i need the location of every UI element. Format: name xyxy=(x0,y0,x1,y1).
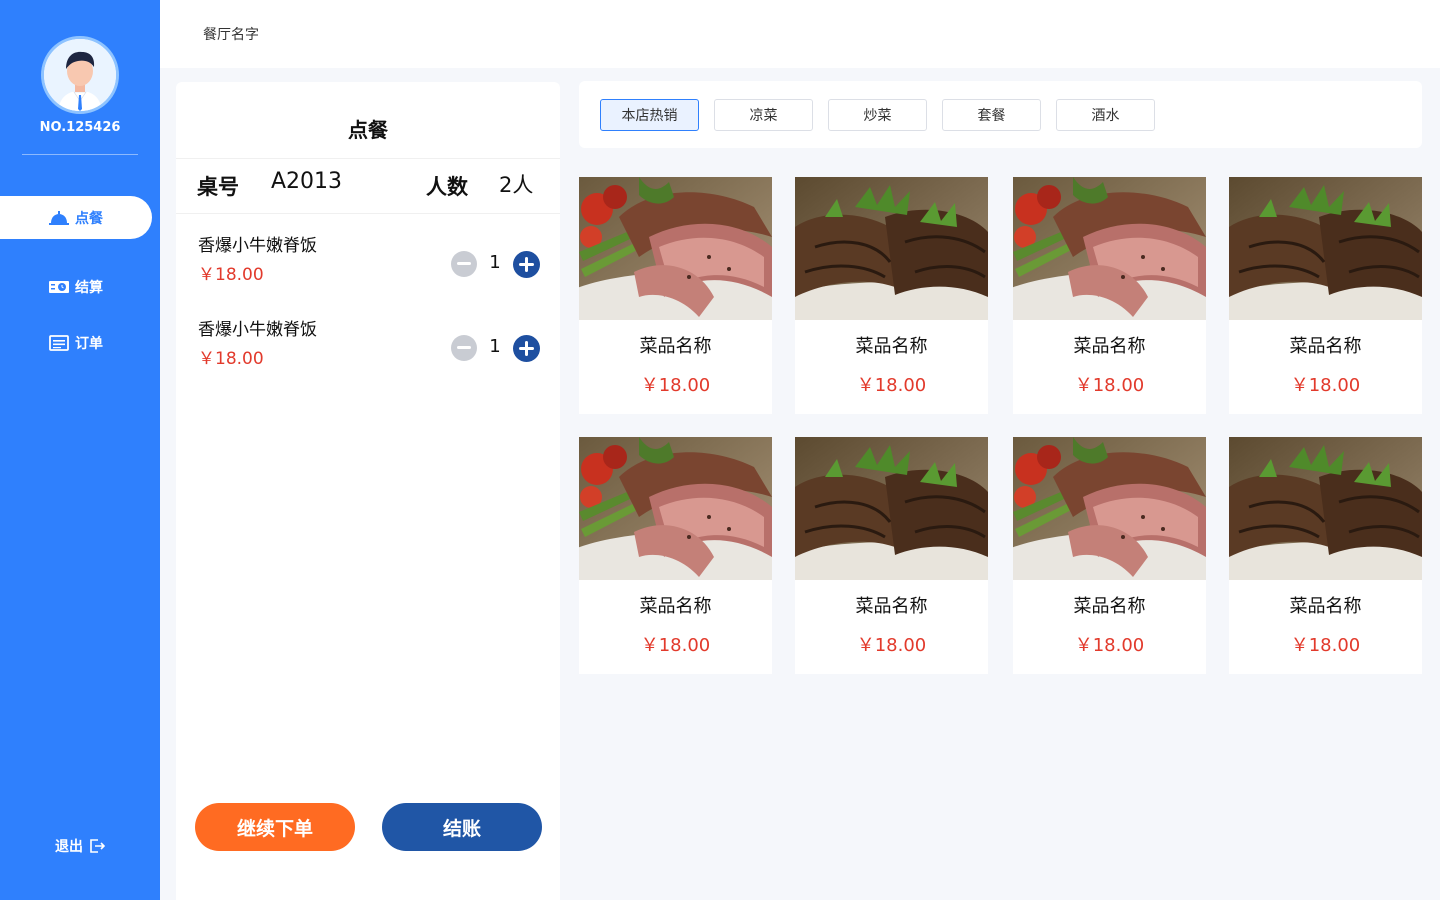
tab-hot-sale[interactable]: 本店热销 xyxy=(600,99,699,131)
order-item-price: ￥18.00 xyxy=(198,349,264,369)
dish-image xyxy=(1013,177,1206,320)
nav-label-order: 点餐 xyxy=(75,210,103,227)
dish-name: 菜品名称 xyxy=(1073,336,1146,357)
order-item: 香爆小牛嫩脊饭 ￥18.00 1 xyxy=(176,315,560,385)
sidebar-divider xyxy=(22,154,138,155)
money-icon xyxy=(49,280,69,293)
dish-image xyxy=(579,177,772,320)
order-item-quantity: 1 xyxy=(489,336,501,357)
dish-name: 菜品名称 xyxy=(639,596,712,617)
order-title: 点餐 xyxy=(348,118,388,142)
logout-icon xyxy=(90,839,105,853)
tab-set-meal[interactable]: 套餐 xyxy=(942,99,1041,131)
dish-name: 菜品名称 xyxy=(1289,596,1362,617)
nav-label-orders: 订单 xyxy=(75,335,103,352)
tab-stir-fry[interactable]: 炒菜 xyxy=(828,99,927,131)
order-item-name: 香爆小牛嫩脊饭 xyxy=(198,320,317,340)
dish-card[interactable]: 菜品名称 ￥18.00 xyxy=(1013,177,1206,414)
dish-card[interactable]: 菜品名称 ￥18.00 xyxy=(795,177,988,414)
top-header: 餐厅名字 xyxy=(160,0,1440,68)
dish-card[interactable]: 菜品名称 ￥18.00 xyxy=(579,177,772,414)
logout-label: 退出 xyxy=(55,839,83,855)
dish-image xyxy=(795,437,988,580)
table-number-label: 桌号 xyxy=(197,175,239,199)
dish-price: ￥18.00 xyxy=(856,635,927,656)
order-panel: 点餐 桌号 A2013 人数 2人 香爆小牛嫩脊饭 ￥18.00 1 香爆小牛嫩… xyxy=(176,82,560,900)
decrease-quantity-button[interactable] xyxy=(451,335,477,361)
avatar[interactable] xyxy=(41,36,119,114)
dish-price: ￥18.00 xyxy=(856,375,927,396)
user-avatar-icon xyxy=(44,39,116,111)
continue-order-button[interactable]: 继续下单 xyxy=(195,803,355,851)
dish-card[interactable]: 菜品名称 ￥18.00 xyxy=(1229,437,1422,674)
dish-card[interactable]: 菜品名称 ￥18.00 xyxy=(579,437,772,674)
people-count-value: 2人 xyxy=(499,173,534,197)
sidebar: NO.125426 点餐 结算 订单 退出 xyxy=(0,0,160,900)
dish-price: ￥18.00 xyxy=(1290,375,1361,396)
dish-name: 菜品名称 xyxy=(855,596,928,617)
dish-price: ￥18.00 xyxy=(1074,375,1145,396)
tab-cold-dishes[interactable]: 凉菜 xyxy=(714,99,813,131)
logout-button[interactable]: 退出 xyxy=(0,836,160,856)
order-item-quantity: 1 xyxy=(489,252,501,273)
dish-image xyxy=(579,437,772,580)
dish-price: ￥18.00 xyxy=(640,375,711,396)
order-item-name: 香爆小牛嫩脊饭 xyxy=(198,236,317,256)
decrease-quantity-button[interactable] xyxy=(451,251,477,277)
dish-image xyxy=(795,177,988,320)
dish-price: ￥18.00 xyxy=(1074,635,1145,656)
dish-price: ￥18.00 xyxy=(640,635,711,656)
people-count-label: 人数 xyxy=(426,175,468,199)
category-bar: 本店热销 凉菜 炒菜 套餐 酒水 xyxy=(579,81,1422,148)
dish-card[interactable]: 菜品名称 ￥18.00 xyxy=(1229,177,1422,414)
dish-name: 菜品名称 xyxy=(855,336,928,357)
nav-item-settle[interactable]: 结算 xyxy=(0,265,152,308)
table-number-value: A2013 xyxy=(271,169,343,194)
receipt-icon xyxy=(49,334,69,351)
dish-card[interactable]: 菜品名称 ￥18.00 xyxy=(795,437,988,674)
dish-image xyxy=(1229,437,1422,580)
order-item-price: ￥18.00 xyxy=(198,265,264,285)
dish-price: ￥18.00 xyxy=(1290,635,1361,656)
tab-drinks[interactable]: 酒水 xyxy=(1056,99,1155,131)
table-info-row: 桌号 A2013 人数 2人 xyxy=(176,158,560,214)
nav-item-orders[interactable]: 订单 xyxy=(0,321,152,364)
increase-quantity-button[interactable] xyxy=(513,335,540,362)
increase-quantity-button[interactable] xyxy=(513,251,540,278)
dish-card[interactable]: 菜品名称 ￥18.00 xyxy=(1013,437,1206,674)
dish-image xyxy=(1013,437,1206,580)
user-number: NO.125426 xyxy=(39,120,121,135)
order-item: 香爆小牛嫩脊饭 ￥18.00 1 xyxy=(176,231,560,301)
dish-name: 菜品名称 xyxy=(1073,596,1146,617)
nav-label-settle: 结算 xyxy=(75,279,103,296)
dish-image xyxy=(1229,177,1422,320)
dish-name: 菜品名称 xyxy=(1289,336,1362,357)
nav-item-order[interactable]: 点餐 xyxy=(0,196,152,239)
checkout-button[interactable]: 结账 xyxy=(382,803,542,851)
dish-name: 菜品名称 xyxy=(639,336,712,357)
restaurant-name: 餐厅名字 xyxy=(203,27,259,43)
bell-icon xyxy=(49,210,69,225)
